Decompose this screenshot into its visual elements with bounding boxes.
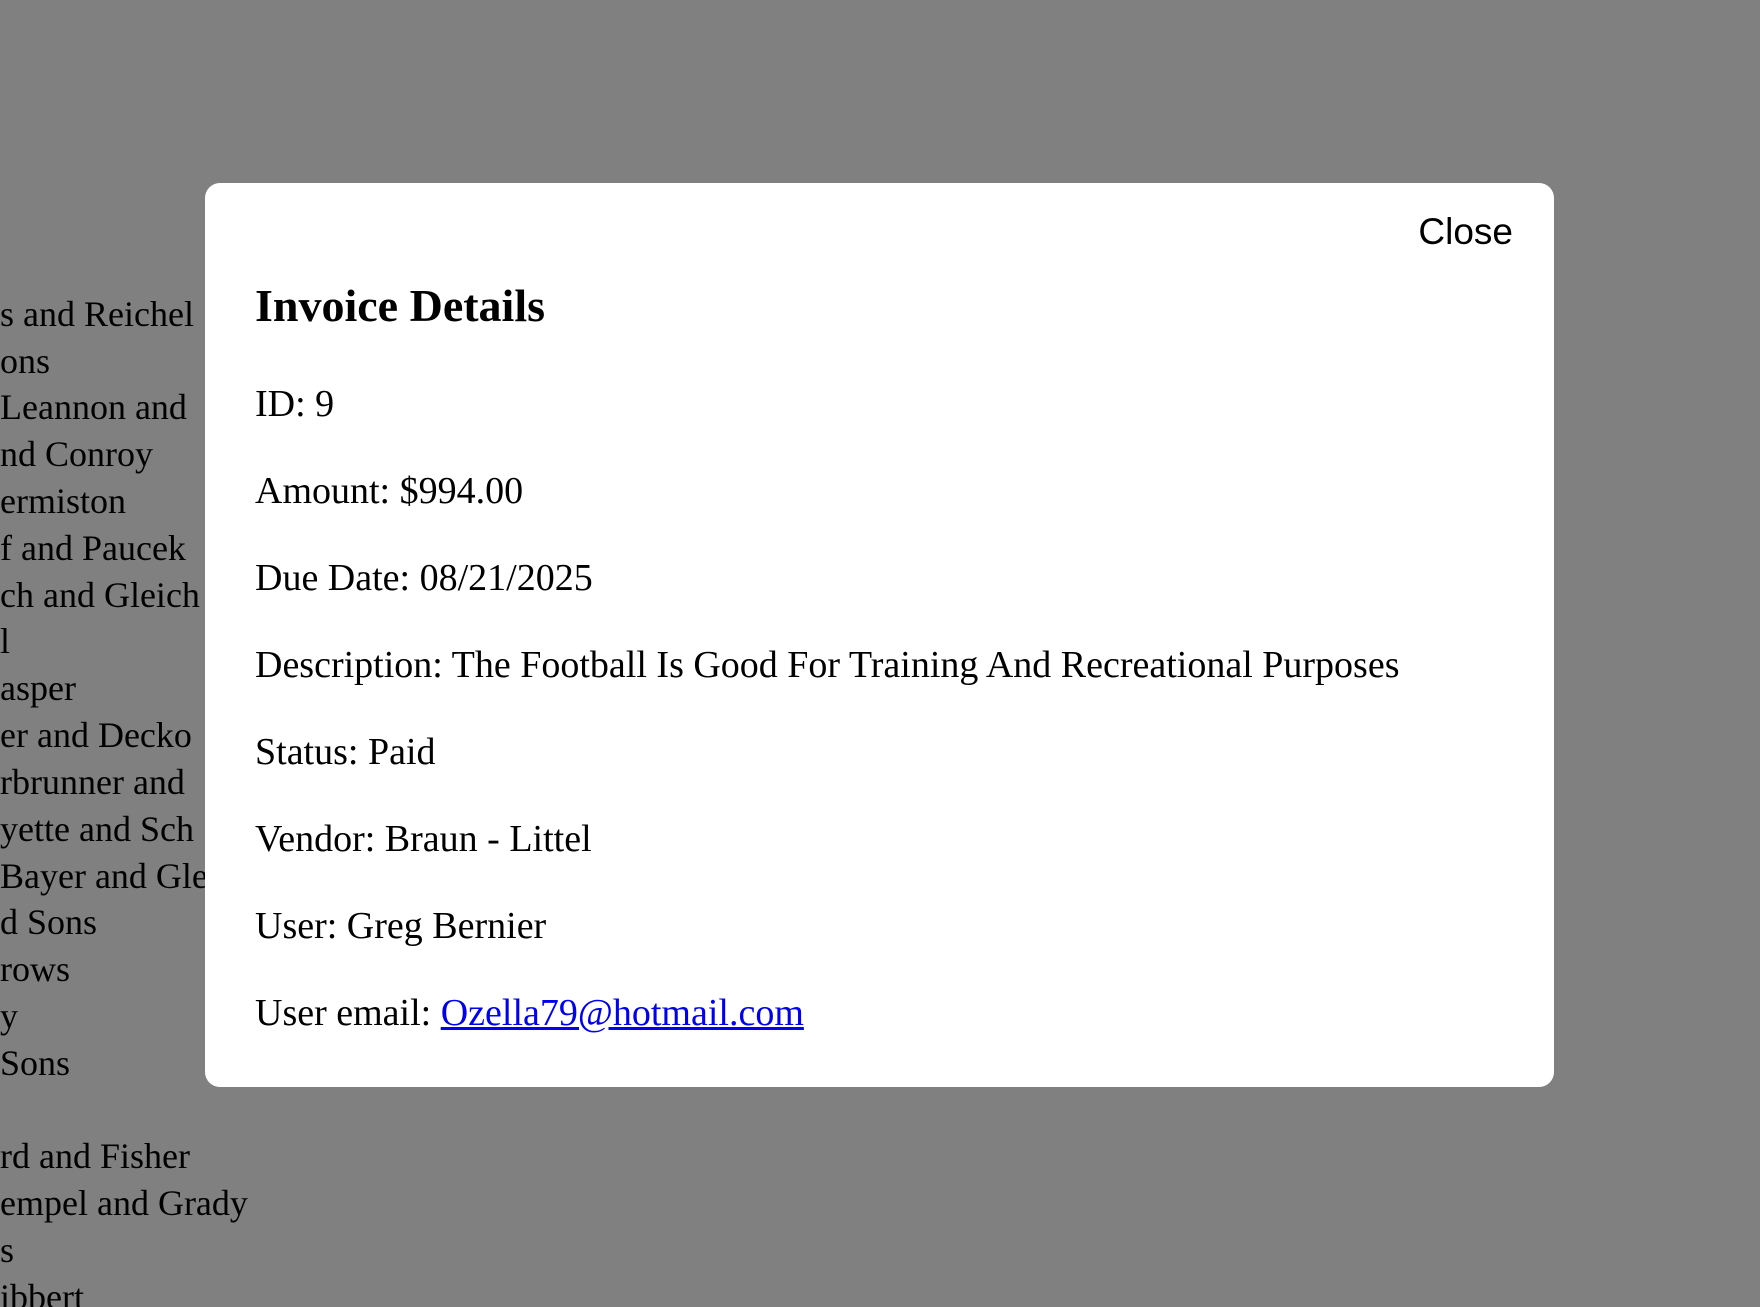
invoice-amount: Amount: $994.00 <box>255 470 524 512</box>
vendor-list-item: rbrunner and <box>0 762 185 802</box>
vendor-list-item: nd Conroy <box>0 434 153 474</box>
invoice-id: ID: 9 <box>255 383 335 425</box>
vendor-list-item: ons <box>0 341 51 381</box>
vendor-list-item: ermiston <box>0 481 126 521</box>
vendor-list-item: rows <box>0 949 70 989</box>
invoice-user-email: User email: Ozella79@hotmail.com <box>255 994 804 1032</box>
invoice-description: Description: The Football Is Good For Tr… <box>255 644 1400 686</box>
vendor-list-item: Bayer and Gle <box>0 856 208 896</box>
vendor-list-item: ibbert <box>0 1277 84 1307</box>
vendor-list-item: s <box>0 1230 15 1270</box>
vendor-list-item: s and Reichel <box>0 294 194 334</box>
vendor-list-item: Sons <box>0 1043 71 1083</box>
vendor-list-item: yette and Sch <box>0 809 194 849</box>
invoice-vendor: Vendor: Braun - Littel <box>255 818 592 860</box>
vendor-list-item: Leannon and <box>0 387 187 427</box>
modal-title: Invoice Details <box>255 280 546 331</box>
vendor-list-item: empel and Grady <box>0 1183 248 1223</box>
vendor-list-item: l <box>0 621 11 661</box>
vendor-list-item: er and Decko <box>0 715 192 755</box>
close-button[interactable]: Close <box>1418 213 1513 250</box>
vendor-list-item: y <box>0 996 18 1036</box>
invoice-status: Status: Paid <box>255 731 436 773</box>
invoice-details-modal: Close Invoice Details ID: 9 Amount: $994… <box>205 183 1554 1087</box>
vendor-list-item: asper <box>0 668 76 708</box>
user-email-label: User email: <box>255 992 441 1034</box>
vendor-list-item: rd and Fisher <box>0 1136 190 1176</box>
vendor-list-item: f and Paucek <box>0 528 186 568</box>
invoice-user: User: Greg Bernier <box>255 905 547 947</box>
invoice-due-date: Due Date: 08/21/2025 <box>255 557 593 599</box>
user-email-link[interactable]: Ozella79@hotmail.com <box>441 992 804 1034</box>
vendor-list-item: d Sons <box>0 902 98 942</box>
vendor-list-item: ch and Gleich <box>0 575 200 615</box>
